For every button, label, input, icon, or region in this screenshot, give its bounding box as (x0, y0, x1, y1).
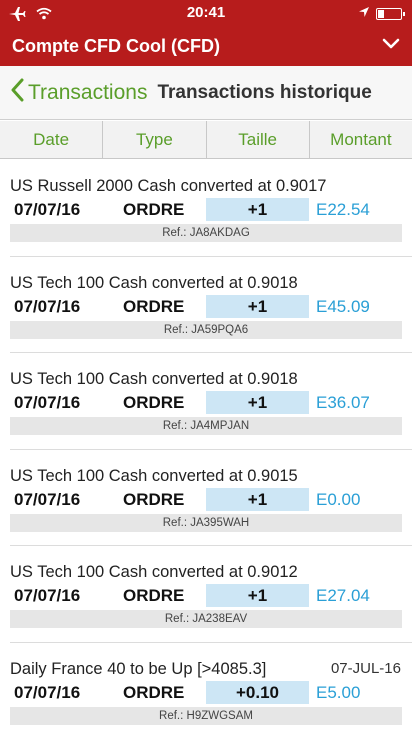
page-title: Transactions historique (157, 81, 372, 103)
account-selector[interactable]: Compte CFD Cool (CFD) (0, 28, 412, 64)
transaction-ref: Ref.: JA8AKDAG (10, 224, 402, 242)
back-button[interactable]: Transactions (10, 78, 147, 107)
transaction-row[interactable]: US Tech 100 Cash converted at 0.9018 07/… (10, 353, 412, 450)
transaction-size: +1 (206, 584, 309, 607)
transaction-type: ORDRE (123, 682, 185, 702)
transaction-date: 07/07/16 (14, 200, 81, 219)
battery-icon (376, 8, 405, 20)
column-amount[interactable]: Montant (310, 121, 412, 158)
transaction-description: US Tech 100 Cash converted at 0.9012 (10, 563, 298, 581)
transaction-description: US Tech 100 Cash converted at 0.9015 (10, 466, 298, 485)
account-title: Compte CFD Cool (CFD) (12, 35, 220, 56)
transaction-type: ORDRE (123, 393, 185, 412)
app-header: 20:41 Compte CFD Cool (CFD) (0, 0, 412, 66)
transaction-row[interactable]: US Russell 2000 Cash converted at 0.9017… (10, 160, 412, 257)
column-type[interactable]: Type (103, 121, 207, 158)
transaction-size: +1 (206, 487, 309, 511)
transaction-right-date: 07-JUL-16 (330, 659, 401, 677)
transaction-type: ORDRE (123, 296, 185, 316)
transaction-amount: E5.00 (316, 682, 361, 702)
transaction-description: US Tech 100 Cash converted at 0.9018 (10, 370, 298, 388)
transaction-description: US Russell 2000 Cash converted at 0.9017 (10, 177, 327, 195)
column-header: Date Type Taille Montant (0, 121, 412, 159)
back-label: Transactions (28, 80, 148, 104)
transaction-amount: E0.00 (316, 489, 361, 509)
navigation-bar: Transactions Transactions historique (0, 66, 412, 120)
transaction-ref: Ref.: JA238EAV (10, 610, 402, 628)
transaction-list: US Russell 2000 Cash converted at 0.9017… (0, 160, 412, 730)
transaction-amount: E27.04 (316, 586, 370, 605)
transaction-type: ORDRE (123, 200, 185, 219)
transaction-type: ORDRE (123, 489, 185, 509)
chevron-left-icon (10, 78, 24, 107)
transaction-amount: E45.09 (316, 296, 370, 316)
transaction-date: 07/07/16 (14, 586, 81, 605)
transaction-amount: E22.54 (316, 200, 370, 219)
transaction-date: 07/07/16 (14, 682, 81, 702)
status-bar: 20:41 (0, 0, 412, 26)
status-right-icons (358, 5, 405, 23)
transaction-date: 07/07/16 (14, 393, 81, 412)
column-date[interactable]: Date (0, 121, 104, 158)
transaction-date: 07/07/16 (14, 296, 81, 316)
transaction-amount: E36.07 (316, 393, 370, 412)
column-size[interactable]: Taille (207, 121, 310, 158)
transaction-row[interactable]: US Tech 100 Cash converted at 0.9015 07/… (10, 450, 412, 546)
transaction-ref: Ref.: H9ZWGSAM (10, 706, 402, 725)
transaction-type: ORDRE (123, 586, 185, 605)
transaction-ref: Ref.: JA4MPJAN (10, 417, 402, 435)
transaction-ref: Ref.: JA59PQA6 (10, 320, 402, 339)
status-time: 20:41 (186, 4, 226, 21)
location-icon (358, 5, 370, 23)
transaction-size: +1 (206, 391, 309, 414)
transaction-size: +1 (206, 294, 309, 318)
transaction-row[interactable]: Daily France 40 to be Up [>4085.3] 07-JU… (10, 643, 412, 730)
chevron-down-icon[interactable] (382, 37, 400, 55)
transaction-description: Daily France 40 to be Up [>4085.3] (10, 659, 267, 678)
transaction-row[interactable]: US Tech 100 Cash converted at 0.9012 07/… (10, 546, 412, 643)
transaction-size: +1 (206, 198, 309, 221)
transaction-ref: Ref.: JA395WAH (10, 513, 402, 532)
transaction-description: US Tech 100 Cash converted at 0.9018 (10, 273, 298, 292)
transaction-row[interactable]: US Tech 100 Cash converted at 0.9018 07/… (10, 257, 412, 353)
transaction-size: +0.10 (206, 680, 309, 704)
transaction-date: 07/07/16 (14, 489, 81, 509)
